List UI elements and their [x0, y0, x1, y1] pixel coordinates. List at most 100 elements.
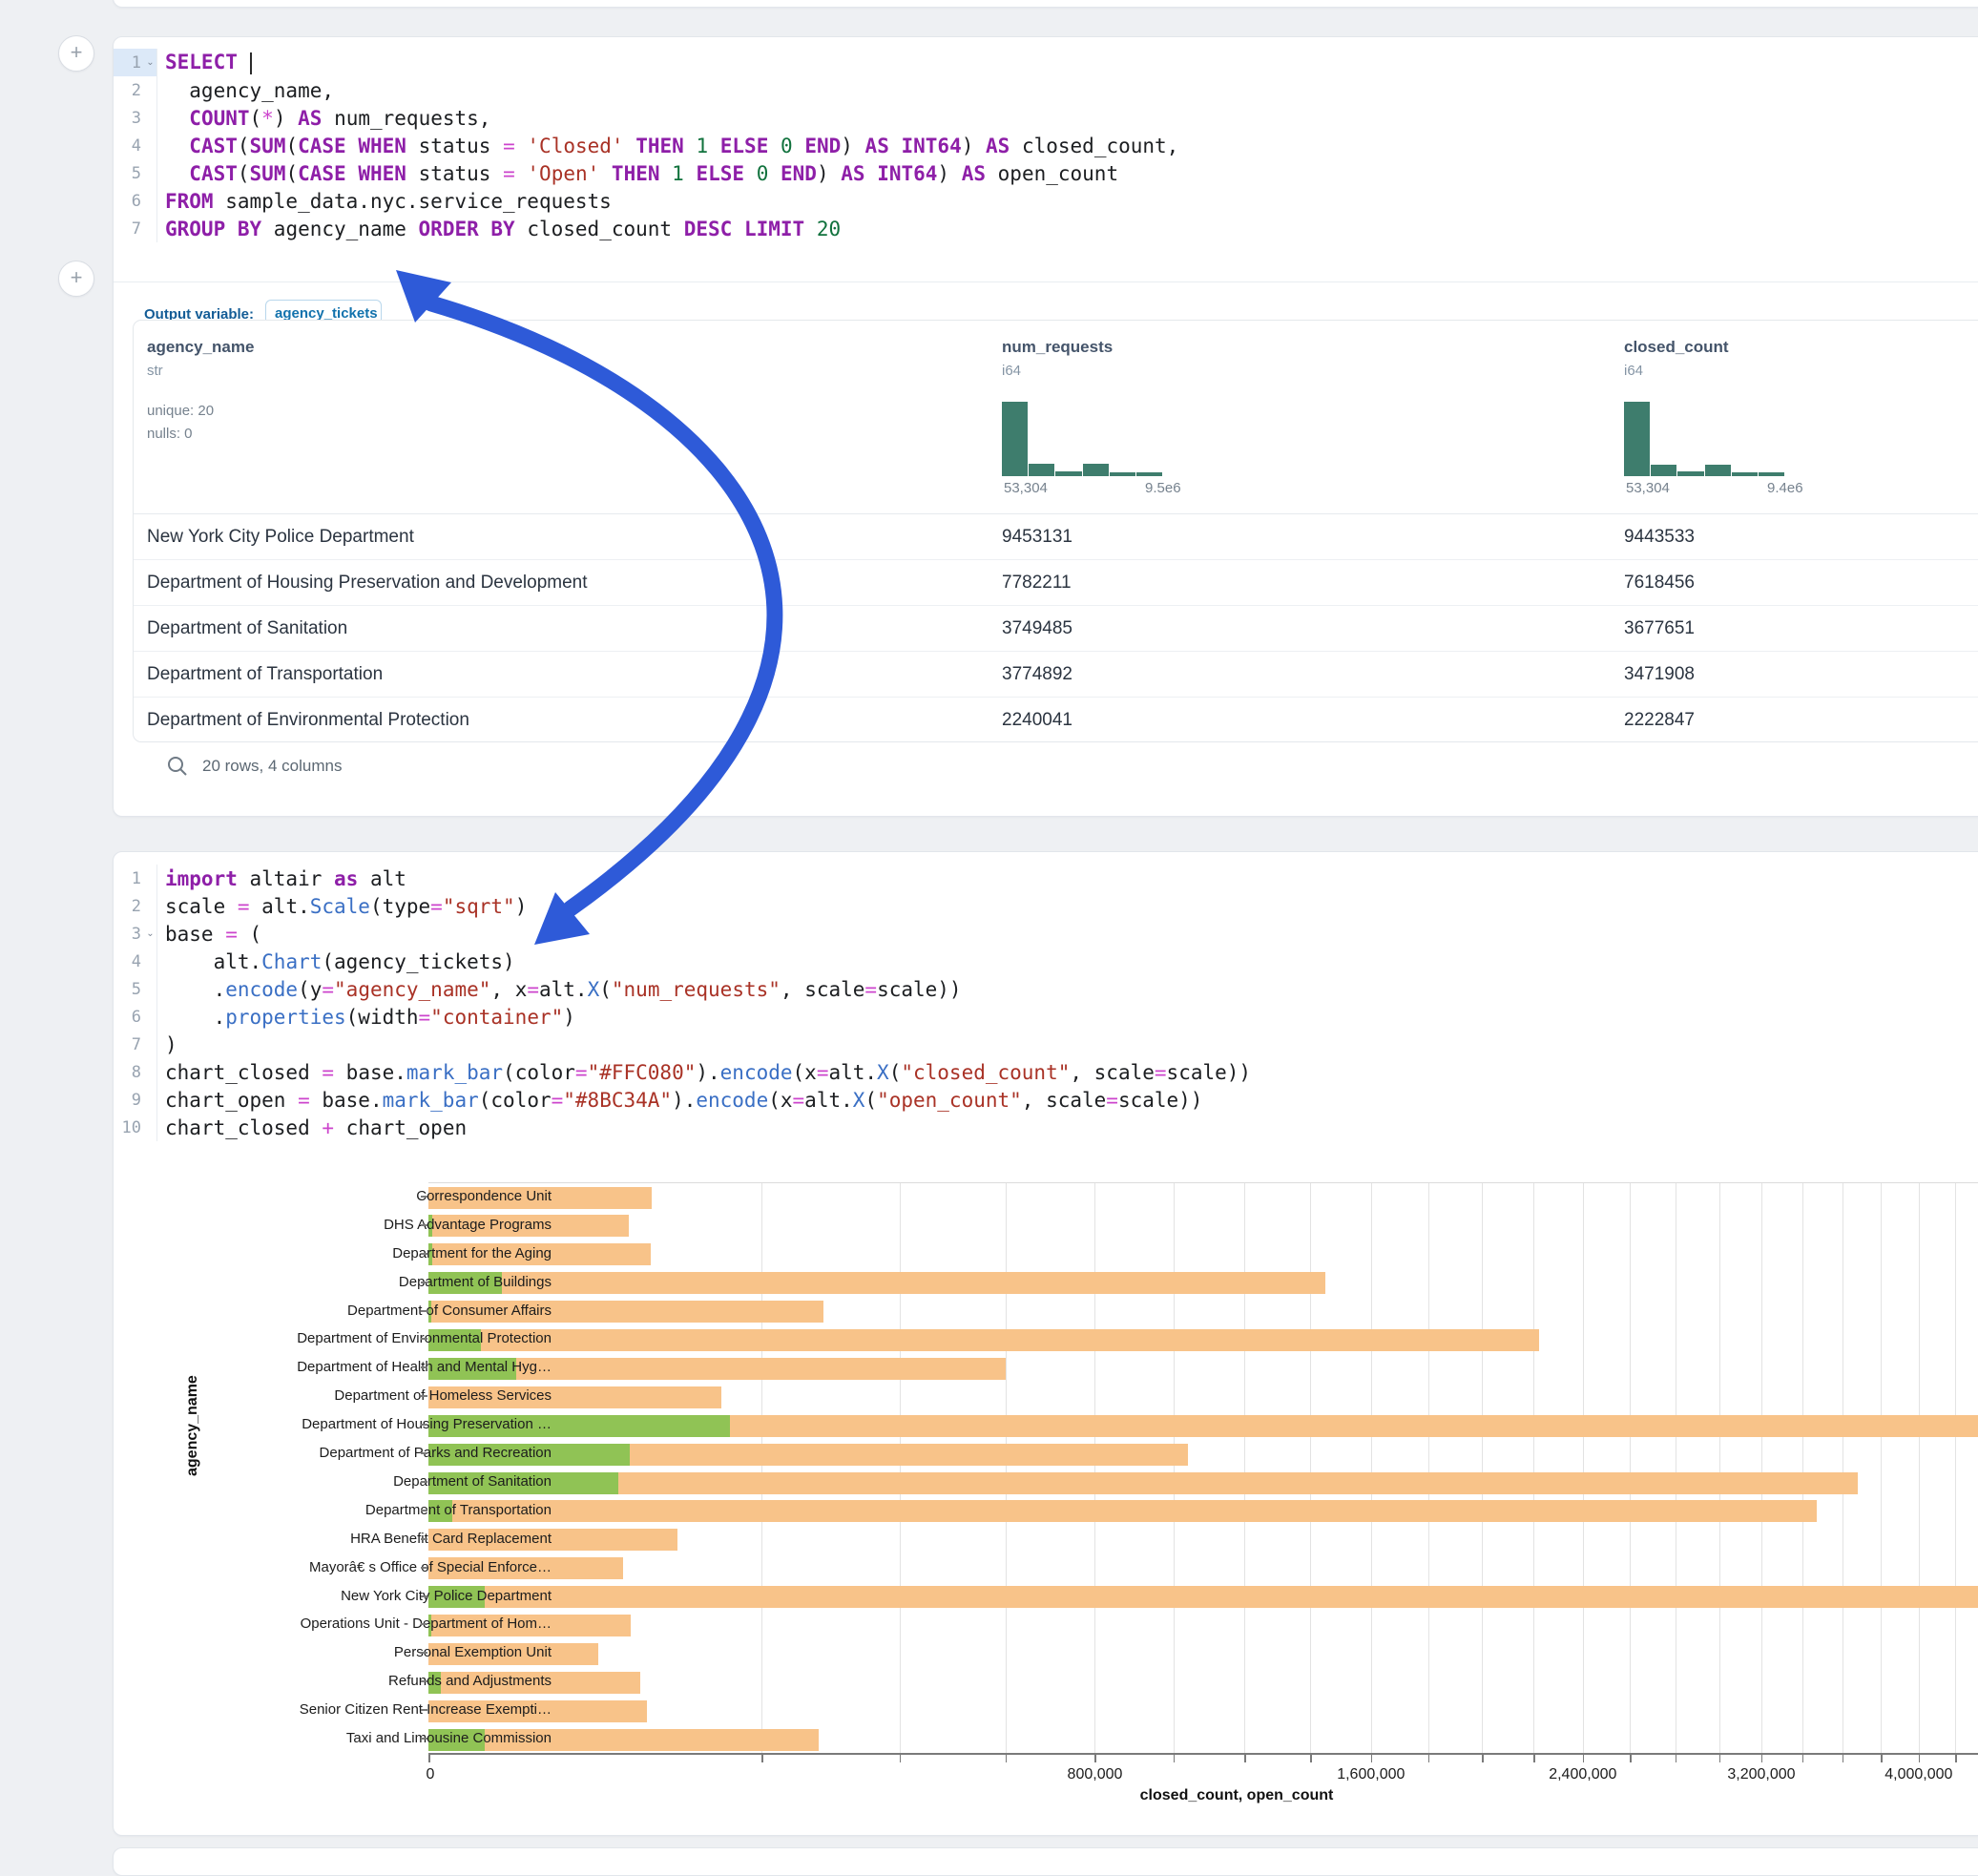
fold-caret-icon[interactable]: ⌄ — [144, 57, 156, 68]
search-icon[interactable] — [166, 755, 189, 778]
code-text: FROM sample_data.nyc.service_requests — [157, 190, 612, 213]
code-text: agency_name, — [157, 79, 334, 102]
sql-editor[interactable]: 1⌄SELECT 2 agency_name,3 COUNT(*) AS num… — [114, 37, 1978, 242]
gridline — [1761, 1183, 1762, 1753]
line-number: 4 — [114, 136, 144, 156]
gridline — [761, 1183, 762, 1753]
code-line[interactable]: 1⌄SELECT — [114, 49, 1978, 76]
column-type: i64 — [1002, 363, 1221, 379]
add-cell-button-top[interactable]: + — [58, 35, 94, 72]
table-row[interactable]: Department of Housing Preservation and D… — [134, 560, 1978, 606]
table-cell: Department of Sanitation — [147, 606, 347, 652]
line-number: 6 — [114, 192, 144, 211]
y-axis-label: Department of Homeless Services — [334, 1387, 552, 1404]
table-cell: 3677651 — [1624, 606, 1695, 652]
column-name: num_requests — [1002, 338, 1221, 357]
y-axis-label: DHS Advantage Programs — [384, 1217, 552, 1233]
y-axis-label: Refunds and Adjustments — [388, 1673, 552, 1689]
next-cell-strip — [113, 1847, 1978, 1876]
table-cell: New York City Police Department — [147, 514, 414, 560]
line-number: 1 — [114, 53, 144, 73]
column-header-closed_count[interactable]: closed_counti6453,3049.4e6 — [1624, 338, 1843, 499]
table-cell: 3774892 — [1002, 652, 1072, 698]
hist-max-label: 9.4e6 — [1767, 480, 1803, 496]
y-axis-label: New York City Police Department — [341, 1588, 552, 1604]
hist-min-label: 53,304 — [1626, 480, 1670, 496]
table-row[interactable]: Department of Transportation 3774892 34719… — [134, 652, 1978, 698]
gridline — [1244, 1183, 1245, 1753]
y-axis-label: Personal Exemption Unit — [394, 1644, 552, 1660]
table-cell: 9453131 — [1002, 514, 1072, 560]
table-cell: Department of Transportation — [147, 652, 383, 698]
y-axis-label: Taxi and Limousine Commission — [346, 1730, 552, 1746]
gridline — [1919, 1183, 1920, 1753]
gridline — [1094, 1183, 1095, 1753]
python-cell: 1import altair as alt2scale = alt.Scale(… — [113, 851, 1978, 1836]
y-axis-label: Department of Consumer Affairs — [347, 1303, 552, 1319]
y-axis-title: agency_name — [184, 1375, 201, 1476]
table-row[interactable]: Department of Environmental Protection 22… — [134, 698, 1978, 742]
gridline — [1881, 1183, 1882, 1753]
x-axis-title: closed_count, open_count — [1140, 1787, 1334, 1804]
code-text: CAST(SUM(CASE WHEN status = 'Open' THEN … — [157, 162, 1118, 185]
code-line[interactable]: 3 COUNT(*) AS num_requests, — [114, 104, 1978, 132]
x-axis-line — [428, 1753, 1978, 1755]
x-axis-tick-label: 2,400,000 — [1549, 1766, 1616, 1783]
y-axis-label: Department for the Aging — [392, 1245, 552, 1261]
gridline — [1482, 1183, 1483, 1753]
line-number: 3 — [114, 109, 144, 128]
results-table: agency_namestrunique: 20nulls: 0num_requ… — [133, 320, 1978, 742]
x-axis-tick-label: 4,000,000 — [1884, 1766, 1952, 1783]
column-type: str — [147, 363, 254, 379]
y-axis-label: Department of Transportation — [365, 1502, 552, 1518]
code-line[interactable]: 2 agency_name, — [114, 76, 1978, 104]
x-axis-tick-label: 3,200,000 — [1727, 1766, 1795, 1783]
text-cursor — [250, 52, 252, 74]
add-cell-button-output[interactable]: + — [58, 261, 94, 297]
bar-closed-count — [428, 1329, 1539, 1351]
table-body: New York City Police Department 9453131 94… — [134, 514, 1978, 742]
line-number: 5 — [114, 164, 144, 183]
sql-cell: 1⌄SELECT 2 agency_name,3 COUNT(*) AS num… — [113, 36, 1978, 817]
gridline — [1583, 1183, 1584, 1753]
code-line[interactable]: 4 CAST(SUM(CASE WHEN status = 'Closed' T… — [114, 132, 1978, 159]
chart-plot-area — [428, 1182, 1978, 1753]
table-cell: Department of Housing Preservation and D… — [147, 560, 588, 606]
y-axis-label: Department of Parks and Recreation — [320, 1445, 552, 1461]
code-text: CAST(SUM(CASE WHEN status = 'Closed' THE… — [157, 135, 1178, 157]
previous-cell-strip — [113, 0, 1978, 8]
table-cell: 3471908 — [1624, 652, 1695, 698]
gridline — [1428, 1183, 1429, 1753]
table-cell: 2222847 — [1624, 698, 1695, 742]
bar-closed-count — [428, 1272, 1325, 1294]
table-row[interactable]: New York City Police Department 9453131 94… — [134, 514, 1978, 560]
table-cell: 7782211 — [1002, 560, 1072, 606]
code-line[interactable]: 5 CAST(SUM(CASE WHEN status = 'Open' THE… — [114, 159, 1978, 187]
table-cell: 9443533 — [1624, 514, 1695, 560]
x-axis-tick-label: 0 — [427, 1766, 435, 1783]
code-text: COUNT(*) AS num_requests, — [157, 107, 490, 130]
code-line[interactable]: 6 FROM sample_data.nyc.service_requests — [114, 187, 1978, 215]
hist-min-label: 53,304 — [1004, 480, 1048, 496]
gridline — [1802, 1183, 1803, 1753]
table-row[interactable]: Department of Sanitation 3749485 3677651 — [134, 606, 1978, 652]
column-name: closed_count — [1624, 338, 1843, 357]
table-footer: 20 rows, 4 columns — [166, 743, 342, 789]
y-axis-label: Mayorâ€ s Office of Special Enforce… — [309, 1559, 552, 1575]
gridline — [1719, 1183, 1720, 1753]
column-histogram — [1624, 402, 1784, 476]
altair-chart: Correspondence UnitDHS Advantage Program… — [114, 852, 1978, 1835]
column-stat: unique: 20 — [147, 400, 254, 423]
column-header-agency_name[interactable]: agency_namestrunique: 20nulls: 0 — [147, 338, 254, 446]
table-cell: 3749485 — [1002, 606, 1072, 652]
column-header-num_requests[interactable]: num_requestsi6453,3049.5e6 — [1002, 338, 1221, 499]
gridline — [1630, 1183, 1631, 1753]
table-cell: Department of Environmental Protection — [147, 698, 469, 742]
table-header: agency_namestrunique: 20nulls: 0num_requ… — [134, 321, 1978, 514]
gridline — [900, 1183, 901, 1753]
gridline — [1174, 1183, 1175, 1753]
gridline — [1955, 1183, 1956, 1753]
y-axis-label: HRA Benefit Card Replacement — [350, 1531, 552, 1547]
code-line[interactable]: 7GROUP BY agency_name ORDER BY closed_co… — [114, 215, 1978, 242]
x-axis-tick-label: 1,600,000 — [1337, 1766, 1405, 1783]
